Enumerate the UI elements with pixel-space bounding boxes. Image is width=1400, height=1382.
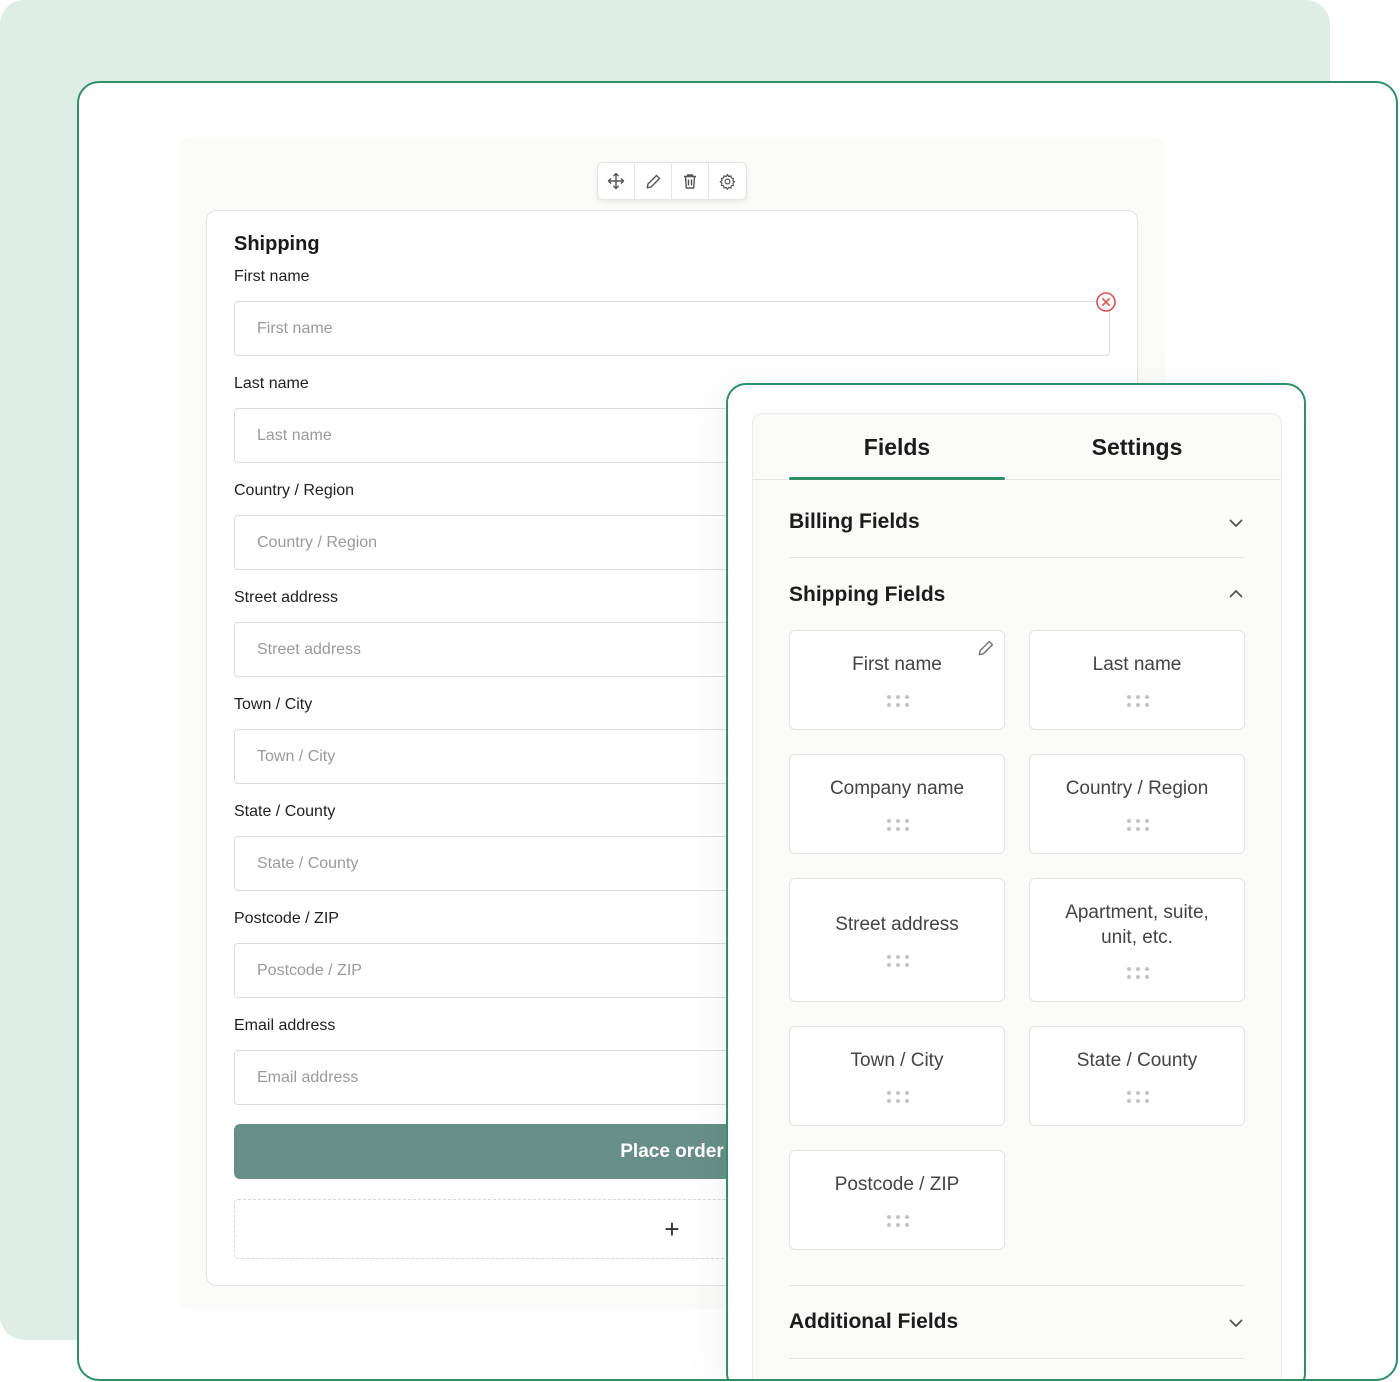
tile-label: First name [852,654,942,675]
town-city-placeholder: Town / City [257,747,336,765]
additional-fields-section[interactable]: Additional Fields [789,1308,1244,1348]
section-divider [789,1285,1244,1286]
drag-handle-icon[interactable] [886,818,910,832]
block-toolbar [597,162,747,200]
postcode-zip-label: Postcode / ZIP [234,910,339,927]
tab-fields[interactable]: Fields [789,414,1005,480]
active-tab-indicator [789,477,1005,480]
drag-handle-icon[interactable] [1126,966,1150,980]
tile-label: Apartment, suite, unit, etc. [1065,902,1209,948]
field-tile-company-name[interactable]: Company name [789,754,1005,854]
tile-label: Postcode / ZIP [834,1174,960,1195]
move-icon [607,172,625,190]
tab-fields-label: Fields [863,433,931,460]
additional-fields-title: Additional Fields [789,1310,959,1333]
field-tile-postcode-zip[interactable]: Postcode / ZIP [789,1150,1005,1250]
edit-button[interactable] [635,163,672,199]
pencil-icon [646,174,660,188]
drag-handle-icon[interactable] [1126,818,1150,832]
tile-label: Company name [829,778,965,799]
section-divider [789,1358,1244,1359]
street-address-placeholder: Street address [257,640,362,658]
drag-handle-icon[interactable] [1126,1090,1150,1104]
chevron-down-icon[interactable] [1227,514,1245,532]
settings-button[interactable] [709,163,746,199]
field-tile-town-city[interactable]: Town / City [789,1026,1005,1126]
delete-button[interactable] [672,163,709,199]
shipping-fields-section[interactable]: Shipping Fields [789,581,1244,621]
field-tile-country-region[interactable]: Country / Region [1029,754,1245,854]
form-title: Shipping [234,233,320,255]
drag-handle-icon[interactable] [886,1090,910,1104]
editor-window: Shipping First name First name Last name… [77,81,1398,1381]
email-address-placeholder: Email address [257,1068,359,1086]
chevron-up-icon[interactable] [1227,585,1245,603]
field-tile-first-name[interactable]: First name [789,630,1005,730]
gear-icon [719,172,736,190]
field-tile-street-address[interactable]: Street address [789,878,1005,1002]
street-address-label: Street address [234,589,339,606]
country-region-label: Country / Region [234,482,355,499]
shipping-fields-title: Shipping Fields [789,583,946,606]
tile-label: Town / City [850,1050,944,1071]
tile-label: State / County [1076,1050,1198,1071]
tab-settings[interactable]: Settings [1029,414,1245,480]
country-region-placeholder: Country / Region [257,533,378,551]
drag-handle-icon[interactable] [886,1214,910,1228]
trash-icon [684,173,696,189]
first-name-label: First name [234,268,310,285]
state-county-label: State / County [234,803,336,820]
billing-fields-title: Billing Fields [789,510,920,533]
drag-handle-icon[interactable] [1126,694,1150,708]
place-order-label: Place order [620,1140,724,1162]
tile-label: Last name [1092,654,1182,675]
chevron-down-icon[interactable] [1227,1314,1245,1332]
last-name-label: Last name [234,375,309,392]
drag-handle-icon[interactable] [886,954,910,968]
drag-handle-icon[interactable] [886,694,910,708]
section-divider [789,557,1244,558]
field-tile-state-county[interactable]: State / County [1029,1026,1245,1126]
move-button[interactable] [598,163,635,199]
panel-tabs: Fields Settings [753,414,1281,480]
remove-field-icon[interactable] [1095,291,1117,313]
first-name-placeholder: First name [257,319,333,337]
field-tile-last-name[interactable]: Last name [1029,630,1245,730]
email-address-label: Email address [234,1017,336,1034]
billing-fields-section[interactable]: Billing Fields [789,508,1244,548]
tile-label: Street address [835,914,959,935]
state-county-placeholder: State / County [257,854,359,872]
tile-label: Country / Region [1065,778,1209,799]
fields-panel-inner: Fields Settings Billing Fields Shipping … [752,413,1282,1379]
last-name-placeholder: Last name [257,426,332,444]
postcode-zip-placeholder: Postcode / ZIP [257,961,362,979]
first-name-input[interactable]: First name [234,301,1110,356]
town-city-label: Town / City [234,696,313,713]
fields-panel: Fields Settings Billing Fields Shipping … [726,383,1306,1379]
field-tile-apartment[interactable]: Apartment, suite, unit, etc. [1029,878,1245,1002]
pencil-icon[interactable] [977,639,995,657]
plus-icon: + [664,1213,680,1244]
tab-settings-label: Settings [1091,433,1183,460]
